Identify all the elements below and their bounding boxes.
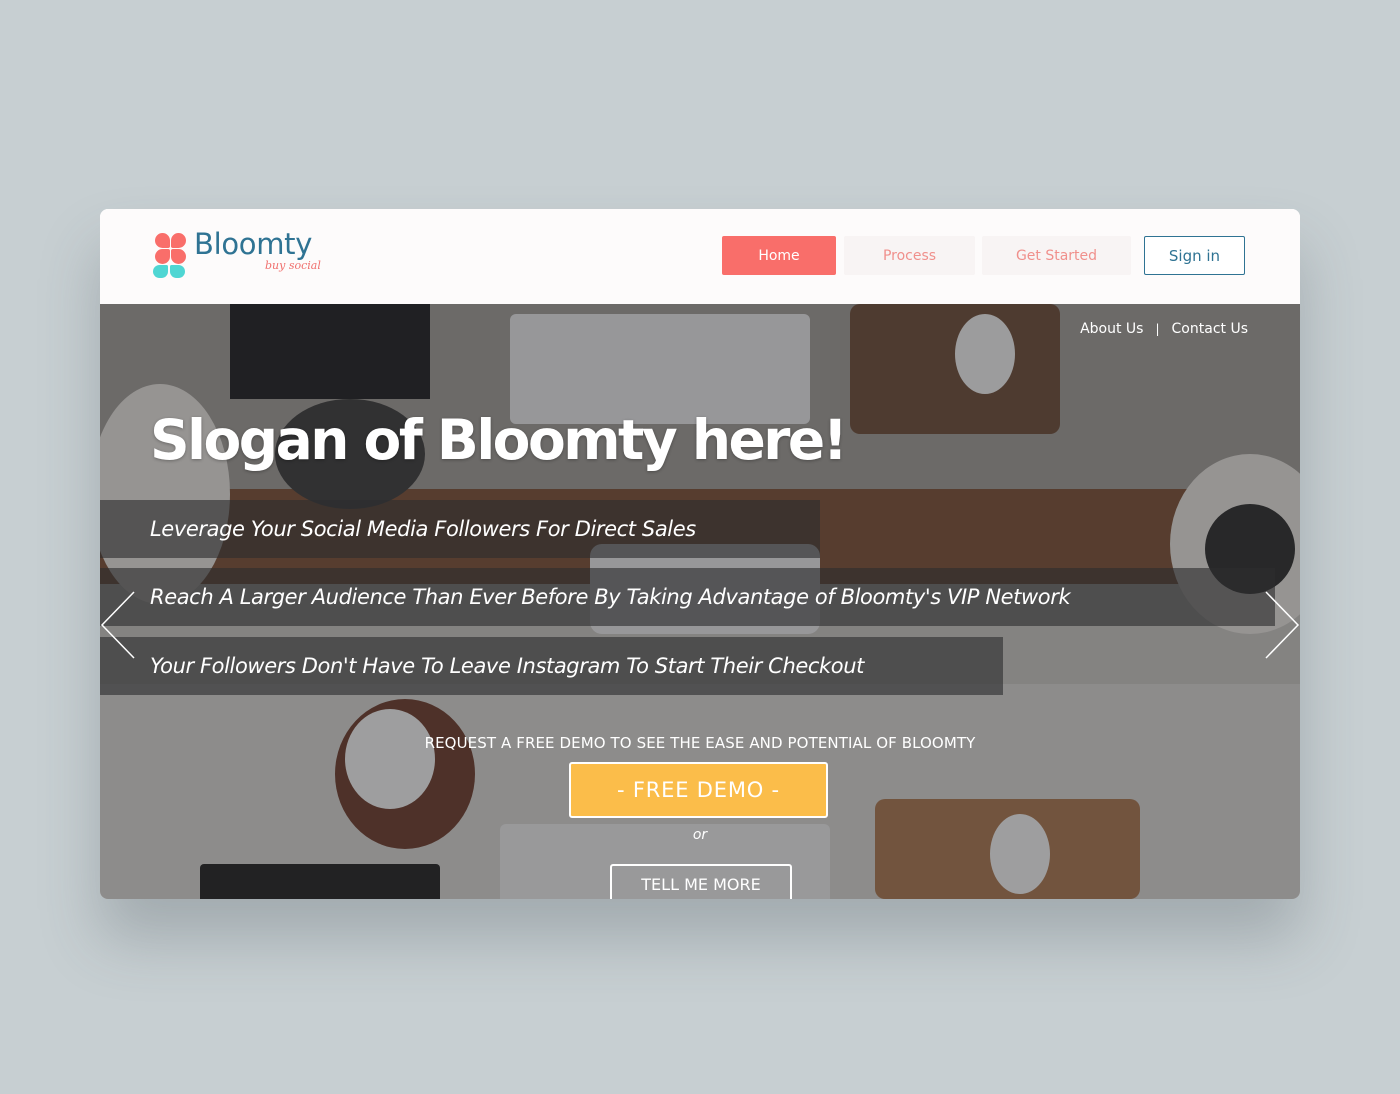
nav-separator: | xyxy=(1155,322,1160,336)
tell-me-more-button[interactable]: TELL ME MORE xyxy=(610,864,792,899)
or-divider-text: or xyxy=(692,827,708,843)
chevron-right-icon[interactable] xyxy=(1262,590,1300,660)
contact-us-link[interactable]: Contact Us xyxy=(1172,321,1248,337)
browser-frame: Bloomty buy social Home Process Get Star… xyxy=(100,209,1300,899)
nav-home[interactable]: Home xyxy=(722,236,836,275)
logo-wordmark: Bloomty xyxy=(194,227,313,261)
nav-process[interactable]: Process xyxy=(844,236,975,275)
sign-in-button[interactable]: Sign in xyxy=(1144,236,1245,275)
free-demo-button[interactable]: - FREE DEMO - xyxy=(569,762,828,818)
secondary-nav: About Us | Contact Us xyxy=(1080,321,1248,337)
nav-get-started[interactable]: Get Started xyxy=(982,236,1131,275)
hero-section: About Us | Contact Us Slogan of Bloomty … xyxy=(100,304,1300,899)
hero-slogan: Slogan of Bloomty here! xyxy=(150,408,848,472)
site-header: Bloomty buy social Home Process Get Star… xyxy=(100,209,1300,304)
feature-band: Reach A Larger Audience Than Ever Before… xyxy=(100,568,1275,626)
bloomty-logo[interactable]: Bloomty buy social xyxy=(152,227,352,281)
flower-logo-icon xyxy=(152,233,186,279)
chevron-left-icon[interactable] xyxy=(100,590,138,660)
demo-prompt-text: REQUEST A FREE DEMO TO SEE THE EASE AND … xyxy=(424,734,976,752)
feature-band: Your Followers Don't Have To Leave Insta… xyxy=(100,637,1003,695)
about-us-link[interactable]: About Us xyxy=(1080,321,1143,337)
feature-band: Leverage Your Social Media Followers For… xyxy=(100,500,820,558)
logo-tagline: buy social xyxy=(265,259,321,272)
